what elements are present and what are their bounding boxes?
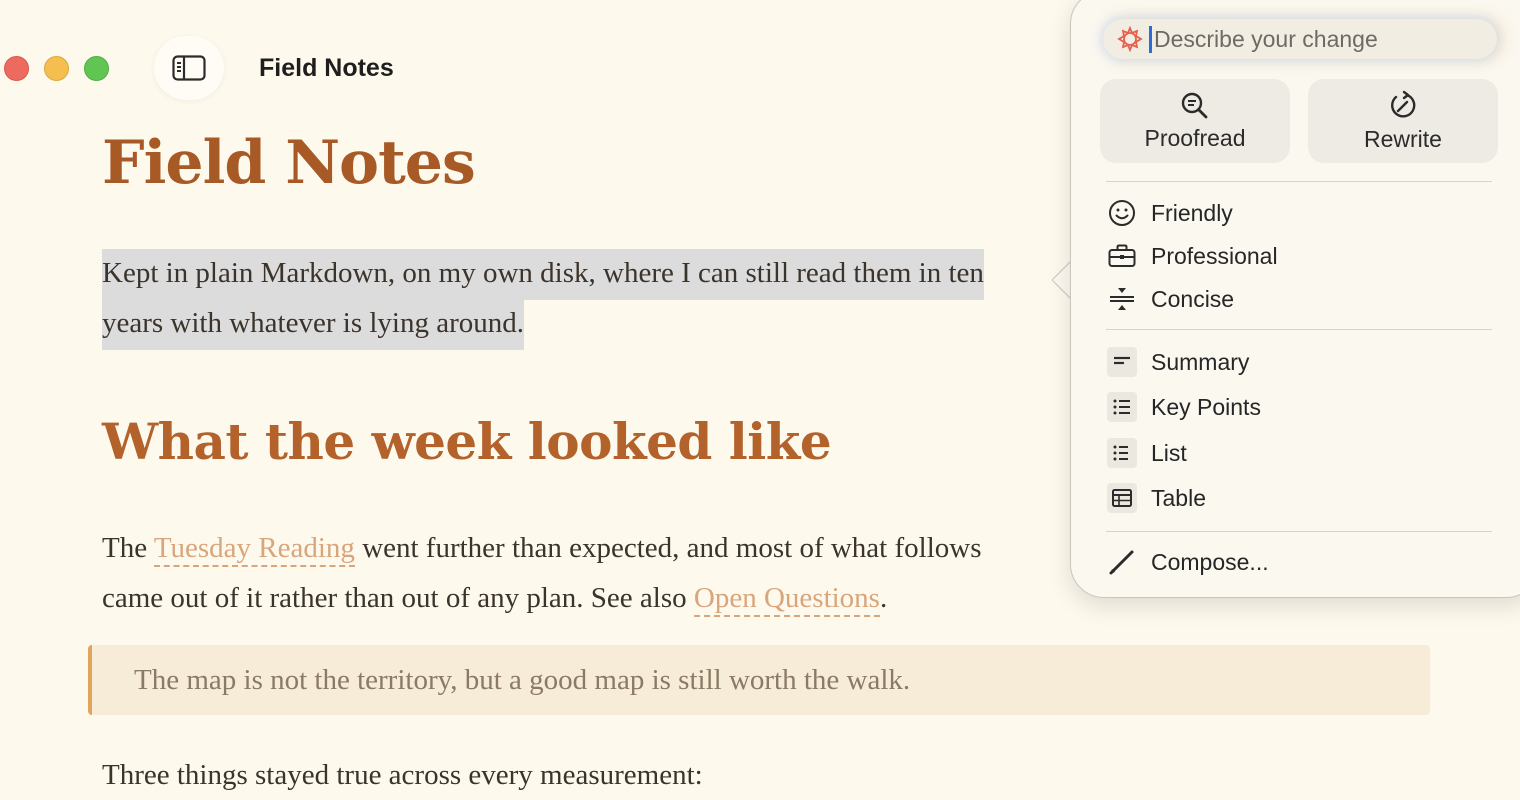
pencil-icon — [1107, 547, 1137, 577]
selected-text-line-1[interactable]: Kept in plain Markdown, on my own disk, … — [102, 249, 984, 300]
menu-item-label: Compose... — [1151, 548, 1269, 575]
table-icon — [1107, 483, 1137, 513]
body-paragraph-2: Three things stayed true across every me… — [102, 759, 703, 791]
menu-item-table[interactable]: Table — [1107, 480, 1206, 516]
proofread-icon — [1181, 92, 1208, 118]
section-heading: What the week looked like — [102, 412, 832, 471]
briefcase-icon — [1107, 241, 1137, 271]
proofread-label: Proofread — [1144, 124, 1246, 151]
bulleted-list-icon — [1107, 392, 1137, 422]
menu-item-compose[interactable]: Compose... — [1107, 544, 1269, 580]
summary-icon — [1107, 347, 1137, 377]
blockquote: The map is not the territory, but a good… — [88, 645, 1430, 715]
list-icon — [1107, 438, 1137, 468]
menu-item-friendly[interactable]: Friendly — [1107, 195, 1233, 231]
paragraph-text: The — [102, 532, 154, 564]
menu-item-label: Concise — [1151, 285, 1235, 312]
menu-item-label: Key Points — [1151, 393, 1261, 420]
link-tuesday-reading[interactable]: Tuesday Reading — [153, 532, 355, 567]
writing-tools-icon — [1117, 26, 1143, 52]
describe-change-input[interactable] — [1149, 25, 1469, 53]
paragraph-text: . — [879, 582, 888, 614]
link-open-questions[interactable]: Open Questions — [693, 582, 880, 617]
menu-item-summary[interactable]: Summary — [1107, 344, 1249, 380]
body-paragraph: The Tuesday Reading went further than ex… — [102, 523, 1072, 623]
document-title: Field Notes — [102, 128, 476, 198]
writing-tools-popover: Proofread Rewrite Friendly Professional — [1070, 0, 1520, 598]
menu-item-concise[interactable]: Concise — [1107, 281, 1234, 317]
compress-icon — [1107, 284, 1137, 314]
rewrite-button[interactable]: Rewrite — [1308, 79, 1498, 163]
menu-item-list[interactable]: List — [1107, 435, 1187, 471]
describe-change-field[interactable] — [1103, 19, 1497, 59]
proofread-button[interactable]: Proofread — [1100, 79, 1290, 163]
paragraph-text: came out of it rather than out of any pl… — [102, 582, 694, 614]
menu-item-label: Summary — [1151, 348, 1250, 375]
paragraph-text: went further than expected, and most of … — [354, 532, 982, 564]
blockquote-text: The map is not the territory, but a good… — [134, 663, 911, 696]
divider — [1106, 531, 1492, 532]
smiley-icon — [1107, 198, 1137, 228]
divider — [1106, 329, 1492, 330]
menu-item-label: List — [1151, 439, 1187, 466]
menu-item-professional[interactable]: Professional — [1107, 238, 1278, 274]
rewrite-icon — [1391, 90, 1416, 118]
menu-item-label: Friendly — [1151, 199, 1233, 226]
menu-item-key-points[interactable]: Key Points — [1107, 389, 1261, 425]
sidebar-toggle-button[interactable] — [154, 36, 224, 100]
menu-item-label: Table — [1151, 484, 1206, 511]
intro-paragraph[interactable]: Kept in plain Markdown, on my own disk, … — [102, 248, 1082, 350]
menu-item-label: Professional — [1151, 242, 1278, 269]
window-title: Field Notes — [259, 54, 394, 82]
minimize-window-button[interactable] — [44, 56, 69, 81]
selected-text-line-2[interactable]: years with whatever is lying around. — [102, 299, 525, 350]
close-window-button[interactable] — [4, 56, 29, 81]
window-controls — [4, 56, 109, 81]
divider — [1106, 181, 1492, 182]
app-window: Field Notes Field Notes Kept in plain Ma… — [0, 0, 1520, 800]
rewrite-label: Rewrite — [1364, 125, 1442, 152]
zoom-window-button[interactable] — [84, 56, 109, 81]
sidebar-icon — [172, 55, 206, 81]
